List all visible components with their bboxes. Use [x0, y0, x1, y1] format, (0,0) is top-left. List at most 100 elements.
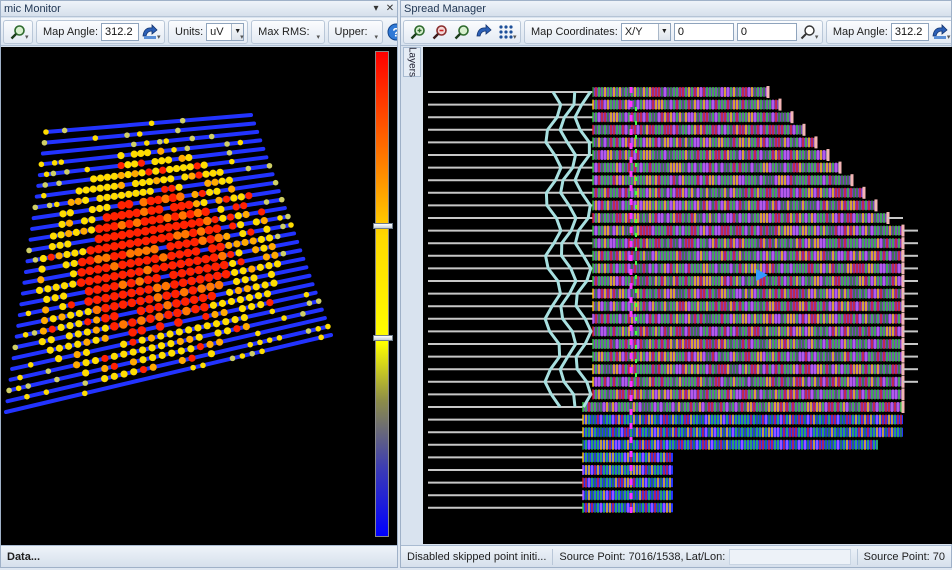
rms-point — [94, 244, 103, 254]
rms-point — [277, 215, 283, 221]
rms-point — [88, 205, 96, 214]
rms-point — [278, 196, 285, 203]
rms-point — [120, 370, 128, 378]
rms-point — [54, 201, 60, 208]
rms-point — [137, 159, 146, 167]
toolbar-grip-icon[interactable]: ▾ — [240, 34, 246, 42]
toolbar-grip-icon[interactable]: ▾ — [157, 34, 163, 42]
rms-point — [102, 213, 112, 222]
rms-point — [145, 178, 154, 186]
rms-point — [6, 387, 12, 394]
rms-point — [325, 323, 331, 330]
lower-threshold-handle[interactable] — [373, 334, 393, 341]
rms-point — [192, 200, 201, 208]
rms-point — [69, 280, 77, 288]
rms-point — [38, 338, 46, 346]
rms-point — [177, 201, 186, 211]
rms-point — [201, 254, 211, 264]
rms-point — [174, 240, 183, 250]
upper-threshold-handle[interactable] — [373, 222, 393, 229]
rms-point — [66, 321, 74, 330]
rms-point — [237, 258, 245, 266]
rms-point — [252, 283, 260, 291]
toolbar-grip-icon[interactable]: ▾ — [815, 34, 821, 42]
rms-point — [172, 221, 181, 231]
rms-point — [259, 348, 265, 355]
rms-point — [125, 229, 135, 239]
rms-point — [172, 164, 181, 173]
rms-point — [117, 220, 127, 230]
rms-point — [124, 209, 134, 219]
rms-point — [239, 267, 247, 275]
rms-point — [127, 288, 136, 298]
rms-point — [203, 322, 211, 330]
rms-point — [85, 256, 95, 265]
toolbar-grip-icon[interactable]: ▾ — [375, 34, 381, 42]
rms-point — [219, 260, 229, 270]
rms-point — [241, 238, 249, 247]
rms-point — [101, 334, 109, 342]
rms-point — [234, 212, 242, 220]
coord-x-input[interactable] — [673, 22, 734, 41]
rms-point — [101, 293, 111, 303]
rms-point — [131, 160, 139, 168]
toolbar-grip-icon[interactable]: ▾ — [947, 34, 951, 42]
toolbar-grip-icon[interactable]: ▾ — [513, 34, 519, 42]
rms-point — [198, 189, 206, 198]
rms-point — [228, 185, 236, 193]
units-select[interactable]: uV ▼ — [206, 22, 245, 41]
toolbar-grip-icon[interactable]: ▾ — [25, 34, 31, 42]
right-toolbar: ▾ Map Coordinates: X/Y ▼ ▾ Map Angle: ▾ — [401, 18, 951, 46]
rms-point — [73, 350, 81, 359]
rms-point — [169, 270, 178, 280]
rms-point — [263, 290, 272, 298]
rms-point — [229, 355, 236, 362]
spread-map[interactable] — [423, 47, 952, 544]
map-angle-input[interactable] — [101, 22, 140, 41]
rms-map-canvas[interactable] — [1, 47, 397, 547]
layers-tab[interactable]: Layers — [403, 47, 421, 77]
spread-map-canvas[interactable] — [423, 47, 952, 544]
help-icon[interactable]: ? — [387, 22, 397, 42]
left-title: mic Monitor — [4, 2, 61, 15]
rms-point — [242, 210, 250, 219]
rms-point — [124, 171, 132, 179]
left-pane-close-icon[interactable]: ✕ — [383, 3, 397, 14]
map-angle-input[interactable] — [890, 22, 929, 41]
rms-point — [178, 154, 186, 162]
rms-point — [184, 257, 194, 267]
rms-point — [161, 194, 170, 204]
rms-point — [82, 369, 90, 377]
rms-map[interactable] — [1, 47, 397, 547]
rms-point — [88, 216, 96, 224]
rms-point — [202, 264, 212, 273]
color-scale-bar — [375, 51, 389, 537]
zoom-out-icon[interactable] — [430, 22, 450, 42]
rms-point — [103, 173, 112, 181]
rms-point — [139, 346, 147, 354]
zoom-in-icon[interactable] — [408, 22, 428, 42]
rms-point — [150, 254, 160, 264]
rms-point — [165, 232, 174, 242]
left-pane-menu-icon[interactable]: ▾ — [369, 3, 383, 14]
rms-point — [44, 285, 52, 293]
toolbar-grip-icon[interactable]: ▾ — [317, 34, 323, 42]
rms-point — [175, 250, 184, 259]
map-coords-select[interactable]: X/Y ▼ — [620, 22, 671, 41]
rms-point — [315, 298, 322, 304]
coord-y-input[interactable] — [736, 22, 797, 41]
rms-point — [242, 323, 250, 331]
rms-point — [22, 331, 29, 338]
rms-point — [318, 334, 324, 341]
rms-point — [233, 240, 241, 248]
rms-point — [211, 310, 219, 319]
rms-point — [125, 190, 133, 198]
chevron-down-icon[interactable]: ▼ — [657, 23, 670, 40]
rms-point — [118, 270, 127, 280]
rms-point — [66, 209, 74, 217]
rms-point — [263, 199, 270, 205]
rms-point — [65, 219, 74, 227]
rms-point — [118, 250, 127, 260]
magnifier-icon[interactable] — [452, 22, 472, 42]
pan-icon[interactable] — [474, 22, 494, 42]
